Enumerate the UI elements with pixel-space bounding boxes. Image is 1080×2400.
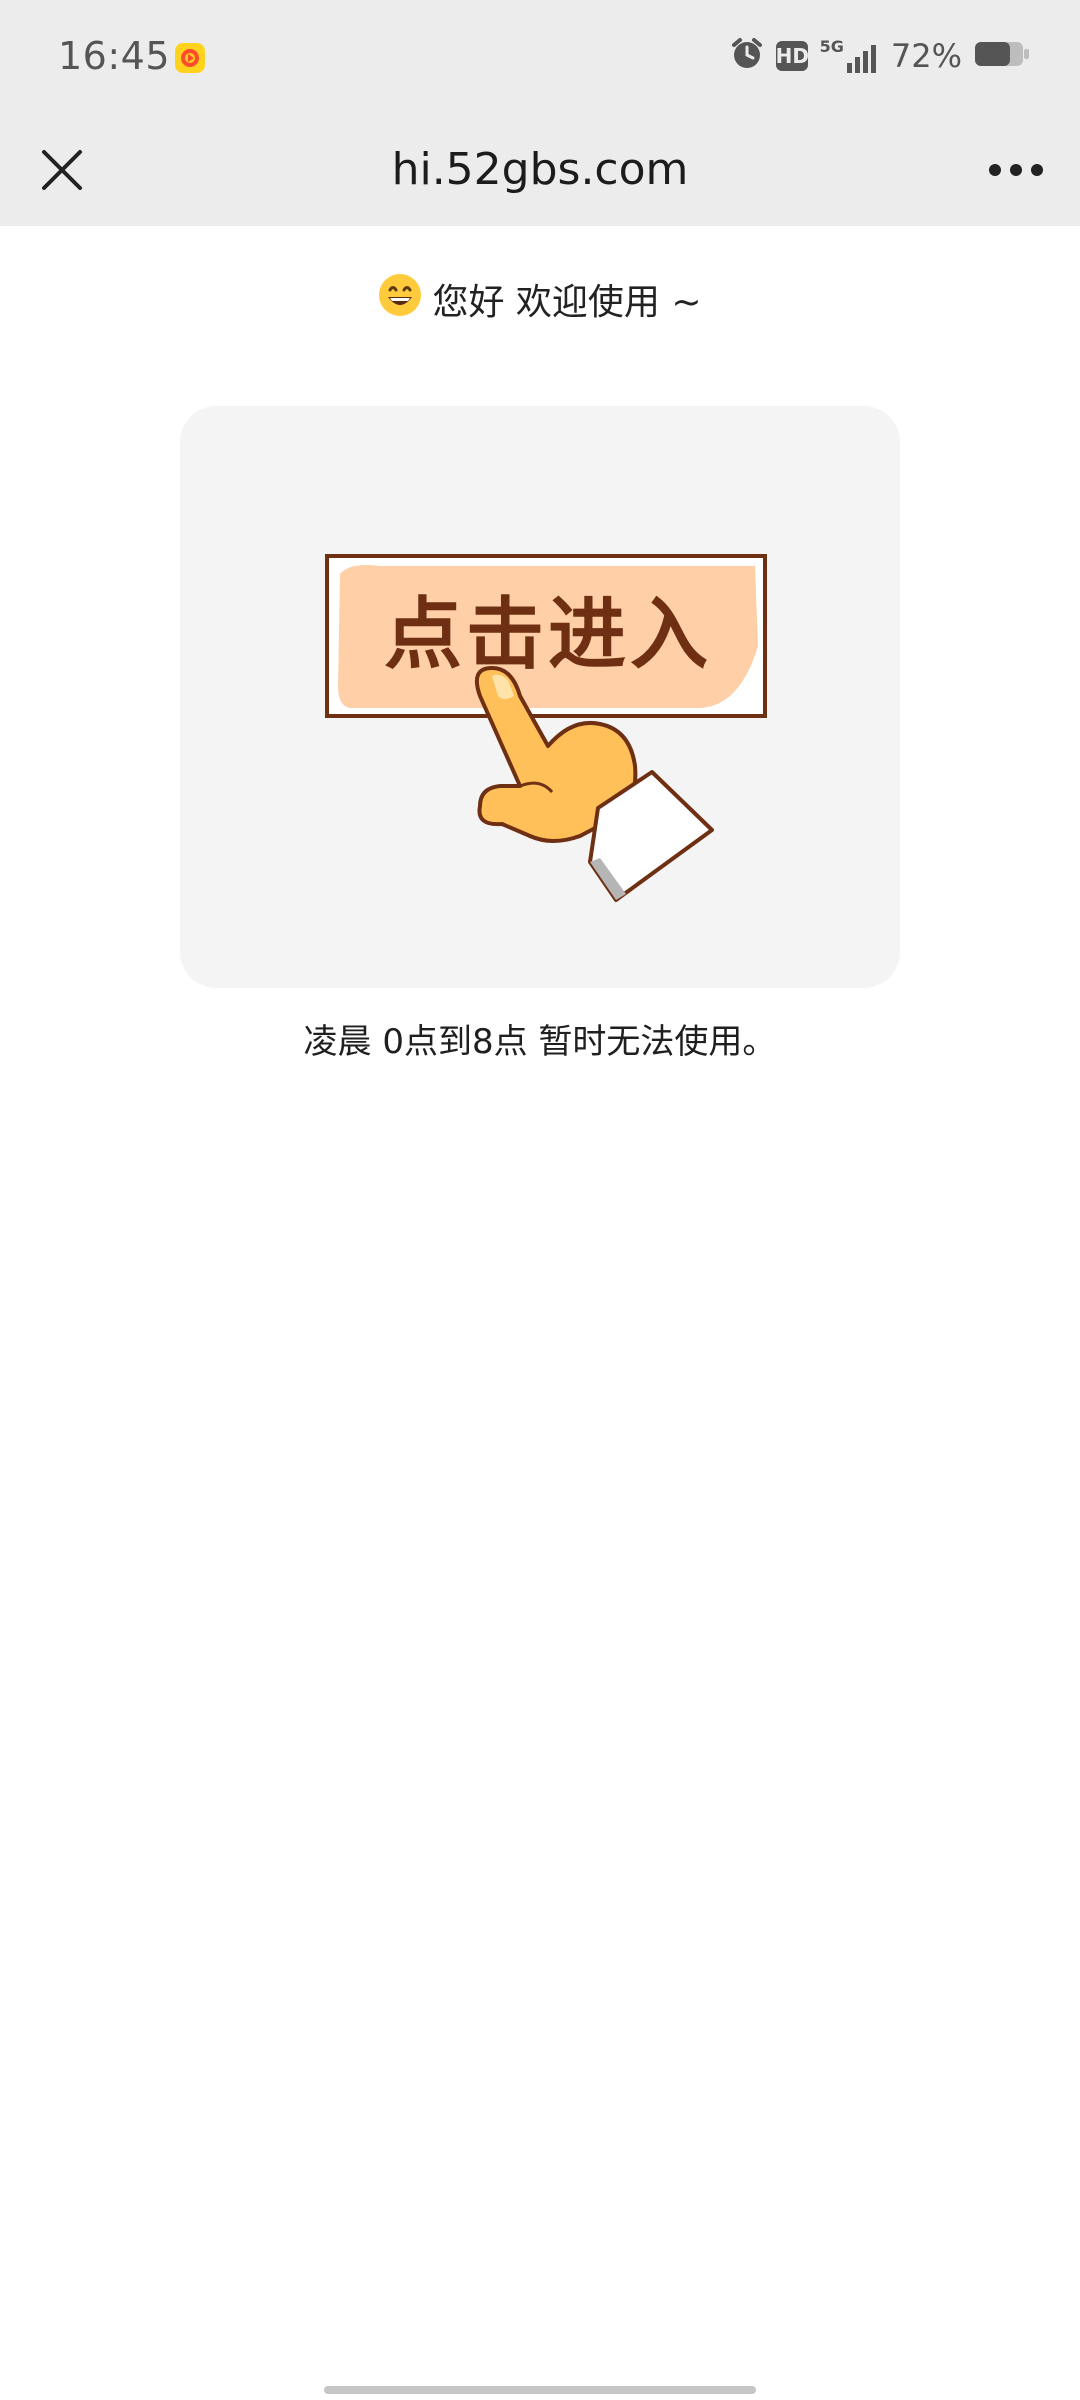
status-time: 16:45 [58,34,171,78]
browser-toolbar: hi.52gbs.com [0,116,1080,226]
notice-text: 凌晨 0点到8点 暂时无法使用。 [303,1022,777,1062]
status-icons: HD 5G 72% [730,36,1030,76]
enter-illustration [325,554,767,902]
status-bar: 16:45 HD 5G 72% [0,0,1080,116]
page-title: hi.52gbs.com [391,144,689,195]
gesture-bar[interactable] [324,2386,756,2394]
more-button[interactable] [978,136,1054,204]
close-button[interactable] [28,136,96,204]
enter-button-label: 点击进入 [383,590,712,680]
greeting-text: 您好 欢迎使用 ~ [432,282,702,323]
enter-button[interactable] [180,406,900,988]
alarm-icon [730,37,764,75]
network-label: 5G [819,37,844,56]
app-notification-icon [174,42,206,74]
greeting: 您好 欢迎使用 ~ [0,268,1080,330]
battery-icon [974,39,1030,73]
more-dots-icon [989,164,1043,176]
grin-emoji-icon [378,273,422,326]
close-icon [42,150,82,190]
signal-5g-icon: 5G [820,39,877,73]
hd-icon: HD [775,41,809,71]
battery-percent: 72% [890,37,962,75]
